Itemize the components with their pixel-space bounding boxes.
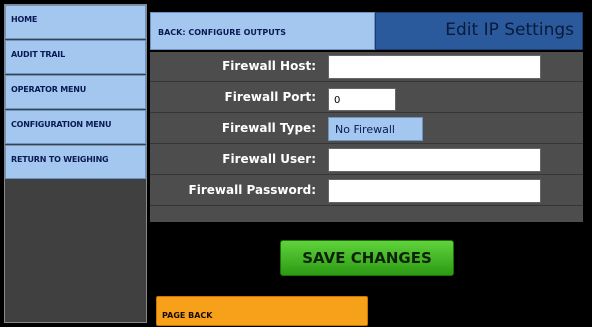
- sidebar-item-home[interactable]: HOME: [5, 5, 146, 39]
- header-bar: BACK: CONFIGURE OUTPUTS Edit IP Settings: [150, 12, 588, 50]
- back-configure-outputs-button[interactable]: BACK: CONFIGURE OUTPUTS: [150, 12, 375, 50]
- sidebar-item-configuration-menu[interactable]: CONFIGURATION MENU: [5, 110, 146, 144]
- firewall-port-row: Firewall Port: 0: [150, 83, 583, 113]
- sidebar-item-audit-trail[interactable]: AUDIT TRAIL: [5, 40, 146, 74]
- save-changes-button[interactable]: SAVE CHANGES: [280, 240, 454, 276]
- firewall-host-row: Firewall Host:: [150, 52, 583, 82]
- firewall-user-label: Firewall User:: [222, 152, 316, 166]
- firewall-host-label: Firewall Host:: [222, 59, 316, 73]
- main-panel: BACK: CONFIGURE OUTPUTS Edit IP Settings…: [150, 12, 588, 326]
- firewall-password-label: Firewall Password:: [188, 183, 316, 197]
- page-title: Edit IP Settings: [375, 12, 583, 50]
- firewall-port-input[interactable]: 0: [328, 88, 396, 111]
- window-frame: HOME AUDIT TRAIL OPERATOR MENU CONFIGURA…: [0, 0, 592, 327]
- firewall-type-select[interactable]: No Firewall: [328, 117, 423, 141]
- firewall-user-row: Firewall User:: [150, 145, 583, 175]
- firewall-port-label: Firewall Port:: [224, 90, 316, 104]
- firewall-settings-form: Firewall Host: Firewall Port: 0 Firewall…: [150, 52, 583, 222]
- sidebar: HOME AUDIT TRAIL OPERATOR MENU CONFIGURA…: [4, 4, 147, 323]
- firewall-type-label: Firewall Type:: [221, 121, 316, 135]
- sidebar-item-return-to-weighing[interactable]: RETURN TO WEIGHING: [5, 145, 146, 179]
- firewall-password-row: Firewall Password:: [150, 176, 583, 206]
- firewall-password-input[interactable]: [328, 179, 541, 203]
- firewall-host-input[interactable]: [328, 55, 541, 79]
- firewall-type-row: Firewall Type: No Firewall: [150, 114, 583, 144]
- firewall-user-input[interactable]: [328, 148, 541, 172]
- page-back-button[interactable]: PAGE BACK: [156, 296, 368, 326]
- form-footer-divider: [150, 207, 583, 222]
- sidebar-item-operator-menu[interactable]: OPERATOR MENU: [5, 75, 146, 109]
